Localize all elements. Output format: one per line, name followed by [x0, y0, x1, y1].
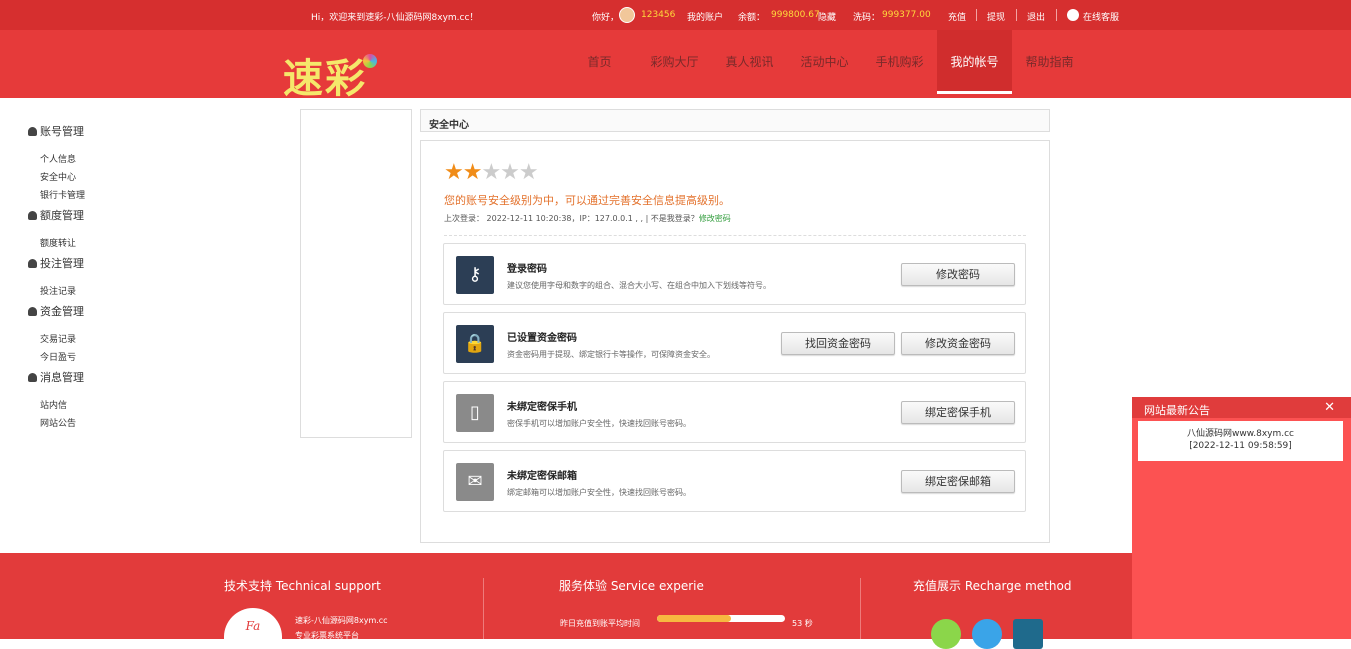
site-logo[interactable]: 速彩	[283, 46, 377, 104]
login-password-card: ⚷ 登录密码 建议您使用字母和数字的组合、混合大小写、在组合中加入下划线等符号。…	[443, 243, 1026, 305]
card-title: 未绑定密保手机	[507, 402, 577, 413]
change-password-link[interactable]: 修改密码	[699, 214, 731, 223]
change-login-password-button[interactable]: 修改密码	[901, 263, 1015, 286]
avatar[interactable]	[619, 7, 635, 23]
avg-time-value: 53 秒	[792, 619, 813, 628]
top-bar: Hi，欢迎来到速彩-八仙源码网8xym.cc！ 你好， 123456 我的账户 …	[0, 0, 1351, 30]
nav-my-account[interactable]: 我的帐号	[937, 30, 1012, 94]
security-level-message: 您的账号安全级别为中，可以通过完善安全信息提高级别。	[444, 194, 730, 207]
footer-brand-tagline: 专业彩票系统平台	[295, 631, 359, 640]
bind-phone-button[interactable]: 绑定密保手机	[901, 401, 1015, 424]
my-account-link[interactable]: 我的账户	[687, 10, 723, 23]
nav-lottery-hall[interactable]: 彩购大厅	[637, 30, 712, 94]
sidebar-item-today-pnl[interactable]: 今日盈亏	[40, 350, 76, 363]
nav-live-casino[interactable]: 真人视讯	[712, 30, 787, 94]
username[interactable]: 123456	[641, 10, 675, 20]
nav-mobile[interactable]: 手机购彩	[862, 30, 937, 94]
nav-help[interactable]: 帮助指南	[1012, 30, 1087, 94]
sidebar-group-funds[interactable]: 资金管理	[28, 303, 84, 319]
hide-balance-link[interactable]: 隐藏	[818, 10, 836, 23]
close-icon[interactable]: ✕	[1324, 400, 1335, 415]
logout-link[interactable]: 退出	[1027, 10, 1045, 23]
change-fund-password-button[interactable]: 修改资金密码	[901, 332, 1015, 355]
user-icon	[28, 307, 37, 316]
balance-label: 余额：	[738, 13, 766, 23]
avg-time-progress	[657, 615, 785, 622]
card-title: 未绑定密保邮箱	[507, 471, 577, 482]
divider	[444, 235, 1026, 236]
sidebar-item-security[interactable]: 安全中心	[40, 170, 76, 183]
notice-line: 八仙源码网www.8xym.cc	[1186, 429, 1295, 439]
recharge-link[interactable]: 充值	[948, 10, 966, 23]
hello-text: 你好，	[592, 13, 620, 23]
alipay-icon	[972, 619, 1002, 649]
sidebar-group-account[interactable]: 账号管理	[28, 123, 84, 139]
customer-service-icon[interactable]	[1067, 9, 1079, 21]
main-nav: 首页 彩购大厅 真人视讯 活动中心 手机购彩 我的帐号 帮助指南	[562, 30, 1087, 94]
notice-title: 网站最新公告	[1132, 397, 1351, 418]
sidebar-item-bank-card[interactable]: 银行卡管理	[40, 188, 85, 201]
wash-value: 999377.00	[882, 10, 931, 20]
sidebar	[300, 109, 412, 438]
card-title: 登录密码	[507, 264, 547, 275]
unionpay-icon	[1013, 619, 1043, 649]
card-title: 已设置资金密码	[507, 333, 577, 344]
sidebar-item-inbox[interactable]: 站内信	[40, 398, 67, 411]
bind-email-button[interactable]: 绑定密保邮箱	[901, 470, 1015, 493]
star-empty-icon: ★★★	[481, 160, 538, 185]
nav-activities[interactable]: 活动中心	[787, 30, 862, 94]
welcome-text: Hi，欢迎来到速彩-八仙源码网8xym.cc！	[311, 13, 479, 23]
sidebar-item-personal-info[interactable]: 个人信息	[40, 152, 76, 165]
user-icon	[28, 127, 37, 136]
sidebar-item-transactions[interactable]: 交易记录	[40, 332, 76, 345]
sidebar-group-bets[interactable]: 投注管理	[28, 255, 84, 271]
user-icon	[28, 259, 37, 268]
sidebar-item-bet-records[interactable]: 投注记录	[40, 284, 76, 297]
card-description: 密保手机可以增加账户安全性，快速找回账号密码。	[507, 419, 691, 428]
key-icon: ⚷	[456, 256, 494, 294]
page-title: 安全中心	[420, 109, 1050, 132]
footer-brand-line: 速彩-八仙源码网8xym.cc	[295, 616, 388, 625]
recover-fund-password-button[interactable]: 找回资金密码	[781, 332, 895, 355]
nav-home[interactable]: 首页	[562, 30, 637, 94]
sidebar-item-quota-transfer[interactable]: 额度转让	[40, 236, 76, 249]
footer-tech-support-title: 技术支持 Technical support	[224, 579, 381, 593]
card-description: 绑定邮箱可以增加账户安全性，快速找回账号密码。	[507, 488, 691, 497]
site-notice-popup: 网站最新公告 ✕ 八仙源码网www.8xym.cc [2022-12-11 09…	[1132, 397, 1351, 639]
divider	[1016, 9, 1017, 21]
security-level-stars: ★★★★★	[444, 160, 539, 185]
wash-label: 洗码：	[853, 13, 881, 23]
balance-value: 999800.67	[771, 10, 820, 20]
withdraw-link[interactable]: 提现	[987, 10, 1005, 23]
email-card: ✉ 未绑定密保邮箱 绑定邮箱可以增加账户安全性，快速找回账号密码。 绑定密保邮箱	[443, 450, 1026, 512]
logo-dot-icon	[363, 54, 377, 68]
phone-card: ▯ 未绑定密保手机 密保手机可以增加账户安全性，快速找回账号密码。 绑定密保手机	[443, 381, 1026, 443]
user-icon	[28, 373, 37, 382]
cloud-logo-icon: Fa	[224, 608, 282, 648]
card-description: 建议您使用字母和数字的组合、混合大小写、在组合中加入下划线等符号。	[507, 281, 771, 290]
user-icon	[28, 211, 37, 220]
divider	[1056, 9, 1057, 21]
footer-recharge-title: 充值展示 Recharge method	[913, 579, 1072, 593]
last-login-info: 上次登录： 2022-12-11 10:20:38，IP：127.0.0.1 ,…	[444, 214, 731, 223]
divider	[976, 9, 977, 21]
sidebar-group-messages[interactable]: 消息管理	[28, 369, 84, 385]
card-description: 资金密码用于提现、绑定银行卡等操作，可保障资金安全。	[507, 350, 715, 359]
sidebar-group-quota[interactable]: 额度管理	[28, 207, 84, 223]
phone-icon: ▯	[456, 394, 494, 432]
divider	[483, 578, 484, 639]
divider	[860, 578, 861, 639]
avg-time-label: 昨日充值到账平均时间	[560, 619, 640, 628]
online-service-link[interactable]: 在线客服	[1083, 10, 1119, 23]
lock-icon: 🔒	[456, 325, 494, 363]
envelope-icon: ✉	[456, 463, 494, 501]
progress-fill	[657, 615, 732, 622]
star-filled-icon: ★★	[444, 160, 482, 185]
fund-password-card: 🔒 已设置资金密码 资金密码用于提现、绑定银行卡等操作，可保障资金安全。 找回资…	[443, 312, 1026, 374]
wechat-pay-icon	[931, 619, 961, 649]
footer-service-title: 服务体验 Service experie	[559, 579, 704, 593]
notice-body[interactable]: 八仙源码网www.8xym.cc [2022-12-11 09:58:59]	[1138, 421, 1343, 461]
sidebar-item-site-notice[interactable]: 网站公告	[40, 416, 76, 429]
notice-date: [2022-12-11 09:58:59]	[1189, 441, 1292, 451]
